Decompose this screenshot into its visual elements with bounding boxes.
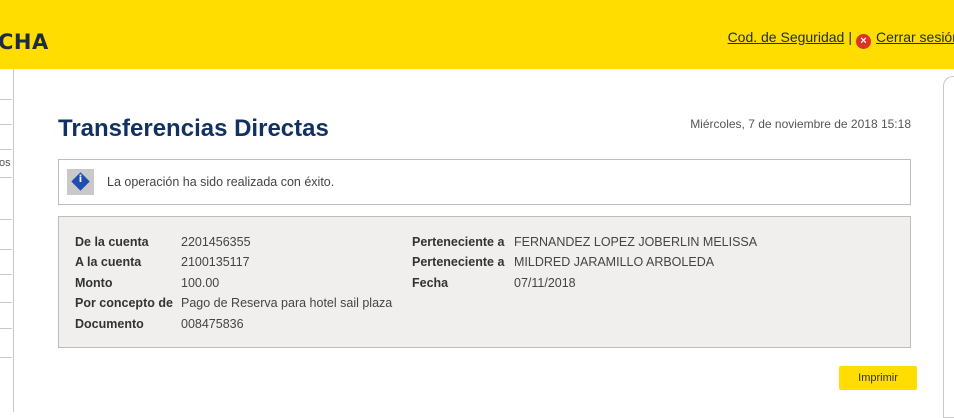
security-code-link[interactable]: Cod. de Seguridad: [728, 29, 845, 45]
bank-logo-fragment: CHA: [0, 30, 49, 54]
sidebar-item[interactable]: [0, 274, 12, 303]
transfer-details-panel: De la cuenta 2201456355 Perteneciente a …: [58, 216, 911, 348]
from-owner-label: Perteneciente a: [412, 235, 505, 249]
right-side-panel: [943, 76, 954, 418]
sidebar-item[interactable]: [0, 328, 12, 358]
sidebar-item[interactable]: [0, 124, 12, 150]
to-account-value: 2100135117: [181, 255, 250, 269]
to-account-label: A la cuenta: [75, 255, 142, 269]
sidebar-item[interactable]: [0, 219, 12, 250]
concept-value: Pago de Reserva para hotel sail plaza: [181, 296, 393, 310]
current-date: Miércoles, 7 de noviembre de 2018 15:18: [690, 117, 911, 131]
print-button[interactable]: Imprimir: [839, 366, 917, 390]
document-value: 008475836: [181, 317, 244, 331]
amount-label: Monto: [75, 276, 113, 290]
close-circle-icon[interactable]: ×: [855, 34, 871, 49]
concept-label: Por concepto de: [75, 296, 173, 310]
success-message-box: i La operación ha sido realizada con éxi…: [58, 159, 911, 205]
sidebar-item-label: os: [0, 157, 11, 169]
logout-link[interactable]: Cerrar sesión: [876, 29, 954, 45]
header-links: Cod. de Seguridad | × Cerrar sesión: [728, 29, 954, 49]
page-title: Transferencias Directas: [58, 115, 329, 142]
to-owner-value: MILDRED JARAMILLO ARBOLEDA: [514, 255, 715, 269]
date-value: 07/11/2018: [514, 276, 576, 290]
document-label: Documento: [75, 317, 144, 331]
header-separator: |: [848, 29, 852, 45]
amount-value: 100.00: [181, 276, 220, 290]
sidebar-item[interactable]: [0, 69, 12, 100]
sidebar-item[interactable]: [0, 177, 12, 220]
sidebar-item[interactable]: [0, 99, 12, 125]
info-diamond-icon: i: [67, 169, 94, 195]
from-owner-value: FERNANDEZ LOPEZ JOBERLIN MELISSA: [514, 235, 758, 249]
success-message-text: La operación ha sido realizada con éxito…: [107, 175, 335, 189]
sidebar-item[interactable]: [0, 249, 12, 275]
sidebar-item[interactable]: [0, 302, 12, 329]
from-account-value: 2201456355: [181, 235, 251, 249]
to-owner-label: Perteneciente a: [412, 255, 505, 269]
top-header-bar: CHA Cod. de Seguridad | × Cerrar sesión: [0, 0, 954, 69]
date-label: Fecha: [412, 276, 449, 290]
from-account-label: De la cuenta: [75, 235, 149, 249]
left-sidebar-menu: os: [0, 69, 14, 412]
